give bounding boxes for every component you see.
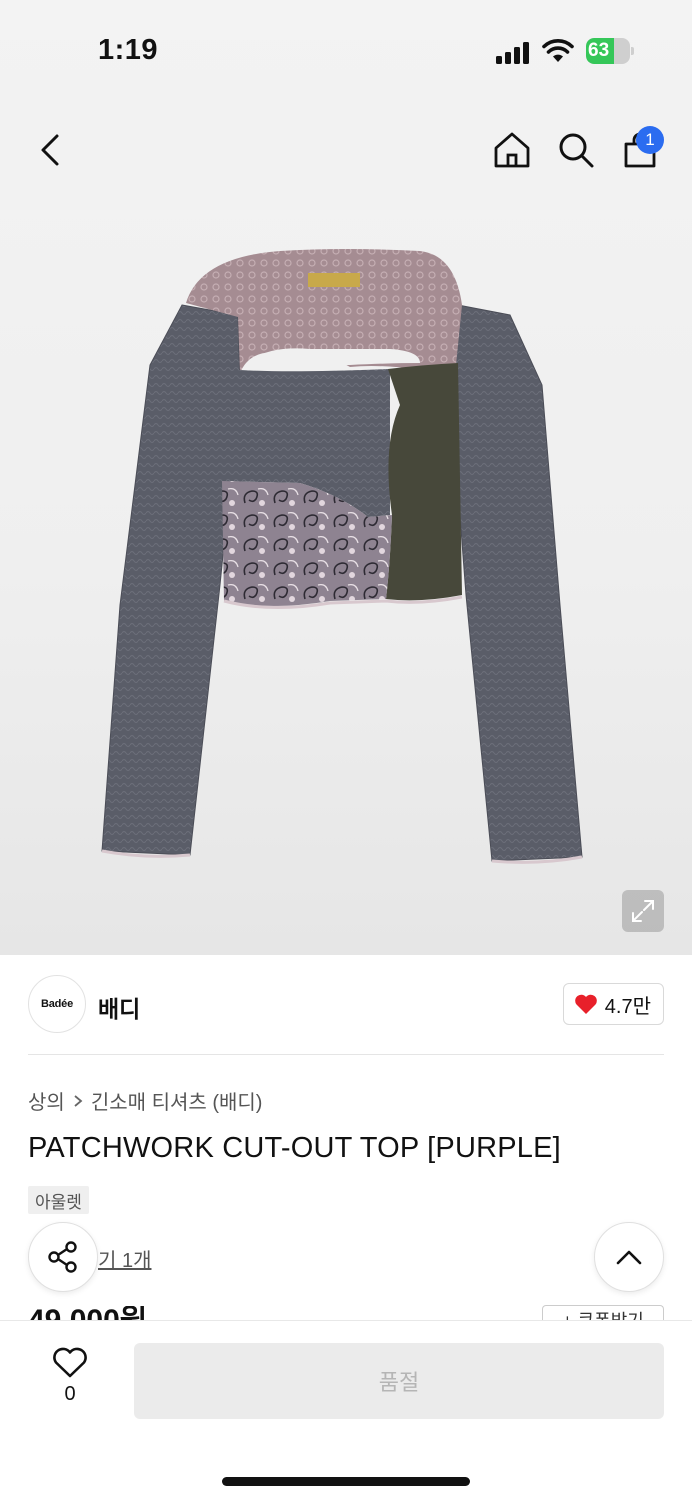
outlet-badge: 아울렛 [28, 1186, 89, 1214]
cellular-signal-icon [496, 42, 529, 64]
battery-indicator: 63 [586, 38, 634, 64]
home-button[interactable] [488, 126, 536, 174]
product-title: PATCHWORK CUT-OUT TOP [PURPLE] [28, 1132, 561, 1164]
breadcrumb: 상의 긴소매 티셔츠 (배디) [28, 1086, 262, 1115]
bottom-action-bar: 0 품절 [0, 1320, 692, 1500]
coupon-button[interactable]: + 쿠폰받기 [542, 1305, 664, 1320]
chevron-up-icon [616, 1250, 642, 1265]
wifi-icon [542, 39, 574, 62]
wishlist-button[interactable]: 0 [44, 1347, 96, 1417]
product-image[interactable] [90, 245, 600, 865]
product-hero: 1:19 63 1 [0, 0, 692, 955]
review-link[interactable]: 기 1개 [98, 1244, 151, 1273]
heart-filled-icon [574, 994, 597, 1014]
product-price: 49,000원 [28, 1306, 147, 1320]
brand-like-count: 4.7만 [604, 995, 651, 1018]
status-time: 1:19 [98, 34, 159, 66]
top-nav: 1 [0, 110, 692, 190]
wishlist-count: 0 [64, 1383, 76, 1405]
cart-count-badge: 1 [636, 126, 664, 154]
search-icon [559, 133, 594, 168]
cart-button[interactable]: 1 [616, 126, 664, 174]
brand-like-button[interactable]: 4.7만 [562, 983, 664, 1025]
status-bar: 1:19 63 [0, 0, 692, 100]
soldout-button[interactable]: 품절 [134, 1343, 664, 1419]
home-indicator [222, 1477, 470, 1486]
share-icon [48, 1241, 77, 1273]
scroll-top-button[interactable] [594, 1222, 664, 1292]
divider [28, 1054, 664, 1055]
expand-icon [632, 900, 654, 922]
breadcrumb-subcategory[interactable]: 긴소매 티셔츠 (배디) [91, 1086, 263, 1115]
share-button[interactable] [28, 1222, 98, 1292]
search-button[interactable] [552, 126, 600, 174]
chevron-left-icon [41, 134, 59, 166]
battery-percent: 63 [588, 40, 610, 61]
chevron-right-icon [74, 1094, 83, 1107]
brand-logo[interactable]: Badée [28, 975, 86, 1033]
back-button[interactable] [28, 128, 72, 172]
expand-image-button[interactable] [622, 890, 664, 932]
home-icon [494, 132, 530, 168]
brand-row: Badée 배디 4.7만 [28, 975, 664, 1035]
brand-name[interactable]: 배디 [98, 990, 140, 1024]
breadcrumb-category[interactable]: 상의 [28, 1086, 65, 1115]
heart-outline-icon [53, 1347, 87, 1378]
